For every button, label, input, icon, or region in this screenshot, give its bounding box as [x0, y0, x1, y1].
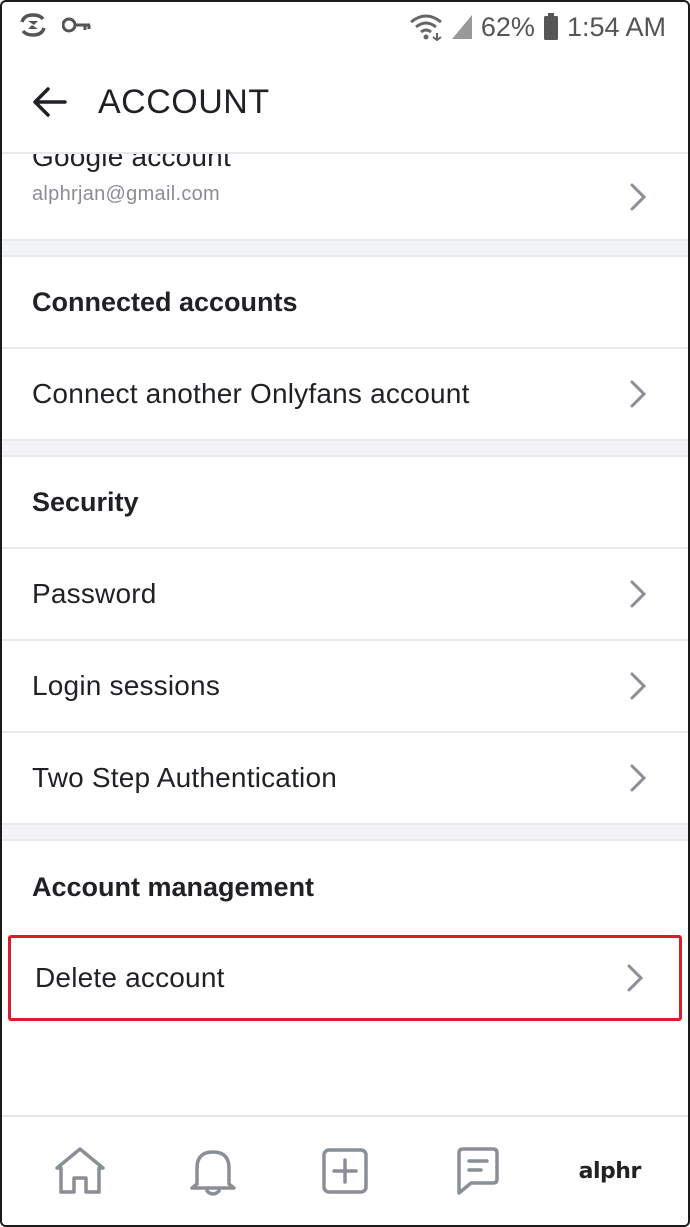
back-button[interactable]: [30, 82, 70, 122]
chevron-right-icon: [630, 380, 647, 408]
add-post-icon: [322, 1148, 368, 1194]
google-account-email: alphrjan@gmail.com: [32, 183, 220, 205]
connect-onlyfans-row[interactable]: Connect another Onlyfans account: [2, 349, 688, 441]
two-step-auth-row[interactable]: Two Step Authentication: [2, 733, 688, 825]
nav-notifications[interactable]: [173, 1131, 253, 1211]
chevron-right-icon: [630, 764, 647, 792]
nav-add-post[interactable]: [305, 1131, 385, 1211]
messages-icon: [457, 1147, 500, 1195]
signal-icon: [451, 14, 473, 40]
section-gap: [2, 825, 688, 841]
nav-messages[interactable]: [437, 1131, 517, 1211]
phone-screen: 62% 1:54 AM ACCOUNT Google account alphr…: [0, 0, 690, 1227]
bell-icon: [189, 1150, 236, 1196]
sync-icon: [18, 12, 48, 43]
bottom-nav: alphr: [2, 1115, 688, 1225]
chevron-right-icon: [630, 580, 647, 608]
status-bar: 62% 1:54 AM: [2, 2, 688, 52]
settings-list[interactable]: Google account alphrjan@gmail.com Connec…: [2, 152, 688, 1119]
google-account-label: Google account: [32, 152, 231, 172]
section-header-connected: Connected accounts: [2, 257, 688, 349]
section-header-security: Security: [2, 457, 688, 549]
chevron-right-icon: [627, 964, 644, 992]
section-title: Connected accounts: [32, 286, 298, 317]
brand-watermark: alphr: [570, 1131, 650, 1211]
login-sessions-row[interactable]: Login sessions: [2, 641, 688, 733]
row-label: Delete account: [35, 962, 225, 993]
battery-percent: 62%: [480, 11, 535, 42]
section-gap: [2, 241, 688, 257]
google-account-texts: Google account alphrjan@gmail.com: [32, 152, 231, 206]
section-title: Account management: [32, 871, 315, 902]
wifi-icon: [409, 13, 443, 41]
row-label: Password: [32, 578, 157, 609]
battery-icon: [543, 13, 559, 41]
row-label: Two Step Authentication: [32, 762, 338, 793]
status-right: 62% 1:54 AM: [409, 12, 666, 43]
page-title: ACCOUNT: [98, 82, 270, 121]
brand-logo: alphr: [578, 1158, 642, 1184]
clock: 1:54 AM: [566, 11, 666, 42]
chevron-right-icon: [630, 672, 647, 700]
google-account-row[interactable]: Google account alphrjan@gmail.com: [2, 154, 688, 241]
row-label: Login sessions: [32, 670, 221, 701]
key-icon: [61, 15, 92, 40]
app-header: ACCOUNT: [2, 52, 688, 152]
nav-home[interactable]: [40, 1131, 120, 1211]
arrow-left-icon: [33, 87, 67, 117]
section-header-management: Account management: [2, 841, 688, 933]
section-gap: [2, 441, 688, 457]
password-row[interactable]: Password: [2, 549, 688, 641]
home-icon: [55, 1147, 105, 1194]
section-title: Security: [32, 486, 139, 517]
delete-account-row[interactable]: Delete account: [8, 935, 682, 1021]
row-label: Connect another Onlyfans account: [32, 378, 470, 409]
status-left: [18, 12, 92, 43]
chevron-right-icon: [630, 183, 647, 210]
